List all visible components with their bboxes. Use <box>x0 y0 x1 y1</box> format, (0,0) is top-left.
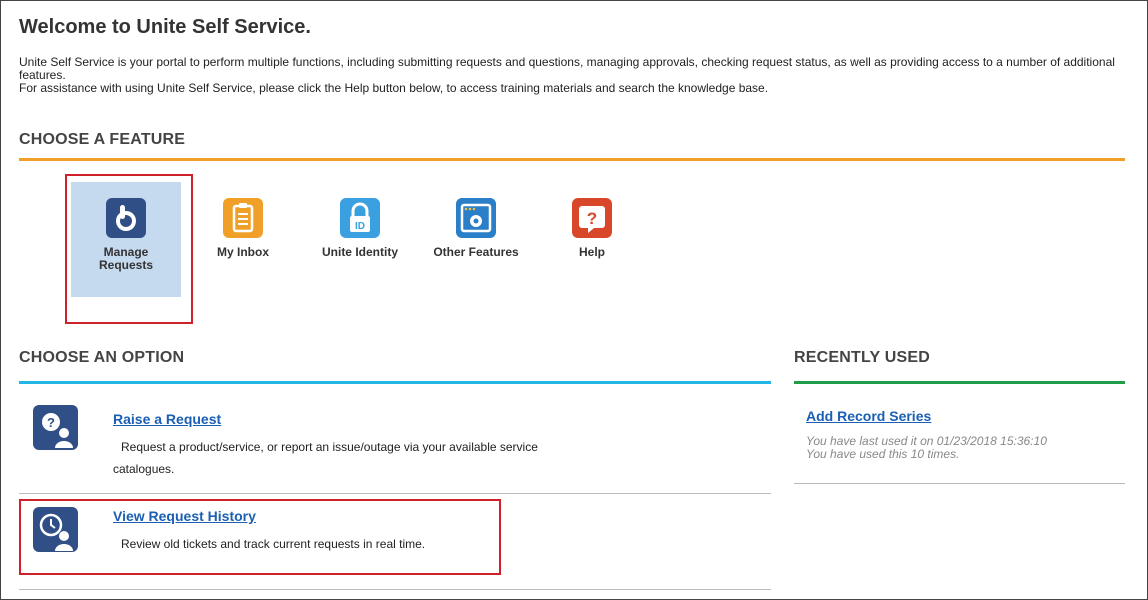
page-title: Welcome to Unite Self Service. <box>19 16 311 38</box>
view-request-history-highlight <box>19 499 501 575</box>
other-features-gear-icon <box>456 198 496 238</box>
option-separator <box>19 589 771 590</box>
svg-text:ID: ID <box>355 221 365 232</box>
recent-times-used: You have used this 10 times. <box>806 447 960 461</box>
recent-item-link[interactable]: Add Record Series <box>806 408 931 424</box>
feature-unite-identity[interactable]: ID Unite Identity <box>305 182 415 297</box>
desc-line-1: Request a product/service, or report an … <box>121 440 538 454</box>
help-question-icon: ? <box>572 198 612 238</box>
intro-line-2: For assistance with using Unite Self Ser… <box>19 81 769 95</box>
option-section-rule <box>19 381 771 384</box>
feature-my-inbox[interactable]: My Inbox <box>188 182 298 297</box>
feature-other-features[interactable]: Other Features <box>421 182 531 297</box>
feature-label: Other Features <box>433 245 519 259</box>
svg-text:?: ? <box>587 209 597 228</box>
intro-text: Unite Self Service is your portal to per… <box>19 56 1129 95</box>
raise-request-link[interactable]: Raise a Request <box>113 411 221 427</box>
desc-line-2: catalogues. <box>113 462 175 476</box>
choose-option-heading: CHOOSE AN OPTION <box>19 349 185 366</box>
recent-item-meta: You have last used it on 01/23/2018 15:3… <box>806 435 1047 461</box>
recently-used-heading: RECENTLY USED <box>794 349 930 366</box>
raise-request-icon: ? <box>33 405 78 450</box>
feature-label: My Inbox <box>216 245 269 259</box>
feature-help[interactable]: ? Help <box>537 182 647 297</box>
feature-label: Unite Identity <box>321 245 398 259</box>
svg-text:?: ? <box>47 415 55 430</box>
recent-section-rule <box>794 381 1125 384</box>
identity-lock-icon: ID <box>340 198 380 238</box>
inbox-clipboard-icon <box>223 198 263 238</box>
recent-separator <box>794 483 1125 484</box>
option-separator <box>19 493 771 494</box>
feature-label: Help <box>578 245 605 259</box>
feature-section-rule <box>19 158 1125 161</box>
raise-request-description: Request a product/service, or report an … <box>113 436 538 480</box>
manage-requests-highlight <box>65 174 193 324</box>
choose-feature-heading: CHOOSE A FEATURE <box>19 131 186 148</box>
intro-line-1: Unite Self Service is your portal to per… <box>19 55 1115 82</box>
